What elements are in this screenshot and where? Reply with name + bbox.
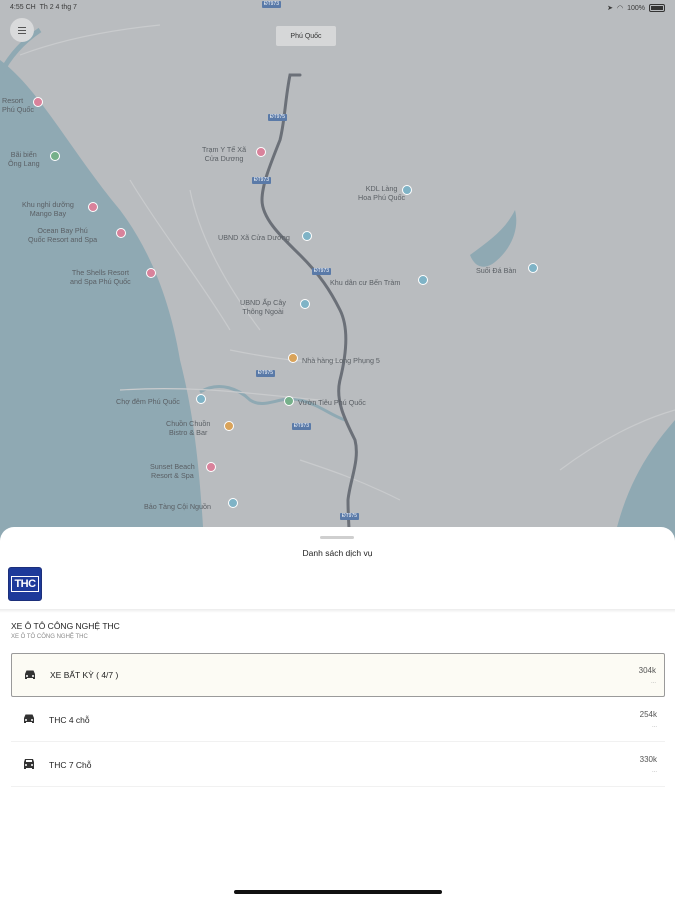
service-price: 304k <box>638 666 656 675</box>
provider-subtitle: XE Ô TÔ CÔNG NGHỆ THC <box>11 634 88 640</box>
car-icon <box>24 714 34 723</box>
service-name: THC 7 Chỗ <box>49 760 92 770</box>
map-place-label: Bãi biển Ông Lang <box>8 150 40 168</box>
map-place-label: The Shells Resort and Spa Phú Quốc <box>70 268 131 286</box>
service-name: XE BẤT KỲ ( 4/7 ) <box>50 670 119 680</box>
service-price: 330k <box>639 755 657 764</box>
map-view[interactable]: 4:55 CH Th 2 4 thg 7 ➤ ◠ 100% Phú Quốc Đ… <box>0 0 675 560</box>
sheet-drag-handle[interactable] <box>320 536 354 539</box>
map-place-label: Bảo Tàng Cội Nguồn <box>144 502 211 511</box>
menu-icon <box>18 26 26 28</box>
map-pin-icon[interactable] <box>146 268 156 278</box>
battery-percent: 100% <box>627 4 645 12</box>
battery-icon <box>649 4 665 12</box>
road-badge: ĐT973 <box>252 177 272 184</box>
map-pin-icon[interactable] <box>256 147 266 157</box>
map-pin-icon[interactable] <box>302 231 312 241</box>
map-place-label: Suối Đá Bàn <box>476 266 517 275</box>
road-badge: ĐT975 <box>340 513 360 520</box>
road-badge: ĐT973 <box>292 423 312 430</box>
sheet-title: Danh sách dịch vụ <box>302 548 373 558</box>
service-row[interactable]: THC 7 Chỗ 330k ... <box>11 743 665 787</box>
row-divider <box>11 741 665 742</box>
map-place-label: Resort Phú Quốc <box>2 96 34 114</box>
menu-button[interactable] <box>10 18 34 42</box>
map-pin-icon[interactable] <box>300 299 310 309</box>
map-pin-icon[interactable] <box>284 396 294 406</box>
home-indicator[interactable] <box>234 890 442 894</box>
map-place-label: UBND Xã Cửa Dương <box>218 233 290 242</box>
status-time: 4:55 CH Th 2 4 thg 7 <box>10 4 77 11</box>
map-place-label: Chuồn Chuồn Bistro & Bar <box>166 419 211 437</box>
map-place-label: Vườn Tiêu Phú Quốc <box>298 398 366 407</box>
service-row[interactable]: THC 4 chỗ 254k ... <box>11 698 665 742</box>
service-name: THC 4 chỗ <box>49 715 90 725</box>
service-list-sheet: Danh sách dịch vụ THC XE Ô TÔ CÔNG NGHỆ … <box>0 527 675 900</box>
map-callout[interactable]: Phú Quốc <box>276 26 336 46</box>
map-pin-icon[interactable] <box>288 353 298 363</box>
service-price-sub: ... <box>651 723 657 729</box>
map-place-label: UBND Ấp Cây Thông Ngoài <box>240 298 286 316</box>
car-icon <box>25 670 35 679</box>
map-pin-icon[interactable] <box>206 462 216 472</box>
provider-name: XE Ô TÔ CÔNG NGHỆ THC <box>11 621 120 631</box>
road-badge: ĐT975 <box>256 370 276 377</box>
map-place-label: Nhà hàng Long Phụng 5 <box>302 356 380 365</box>
map-pin-icon[interactable] <box>402 185 412 195</box>
map-pin-icon[interactable] <box>116 228 126 238</box>
map-place-label: Chợ đêm Phú Quốc <box>116 397 180 406</box>
service-price-sub: ... <box>651 768 657 774</box>
map-pin-icon[interactable] <box>224 421 234 431</box>
service-price: 254k <box>639 710 657 719</box>
wifi-icon: ◠ <box>616 5 624 12</box>
map-pin-icon[interactable] <box>418 275 428 285</box>
service-price-sub: ... <box>650 679 656 685</box>
map-pin-icon[interactable] <box>196 394 206 404</box>
map-pin-icon[interactable] <box>228 498 238 508</box>
map-place-label: Sunset Beach Resort & Spa <box>150 462 195 480</box>
divider <box>0 609 675 613</box>
map-place-label: Khu dân cư Bến Tràm <box>330 278 401 287</box>
car-icon <box>24 759 34 769</box>
location-arrow-icon: ➤ <box>607 5 613 12</box>
road-badge: ĐT973 <box>262 1 282 8</box>
road-badge: ĐT973 <box>312 268 332 275</box>
map-pin-icon[interactable] <box>33 97 43 107</box>
status-right: ➤ ◠ 100% <box>607 4 665 12</box>
map-pin-icon[interactable] <box>50 151 60 161</box>
map-pin-icon[interactable] <box>88 202 98 212</box>
map-pin-icon[interactable] <box>528 263 538 273</box>
map-place-label: KDL Làng Hoa Phú Quốc <box>358 184 406 202</box>
map-place-label: Ocean Bay Phú Quốc Resort and Spa <box>28 226 98 244</box>
row-divider <box>11 786 665 787</box>
map-place-label: Khu nghỉ dưỡng Mango Bay <box>22 200 74 218</box>
service-row[interactable]: XE BẤT KỲ ( 4/7 ) 304k ... <box>11 653 665 697</box>
map-place-label: Trạm Y Tế Xã Cửa Dương <box>202 145 247 163</box>
provider-logo[interactable]: THC <box>8 567 42 601</box>
road-badge: ĐT975 <box>268 114 288 121</box>
